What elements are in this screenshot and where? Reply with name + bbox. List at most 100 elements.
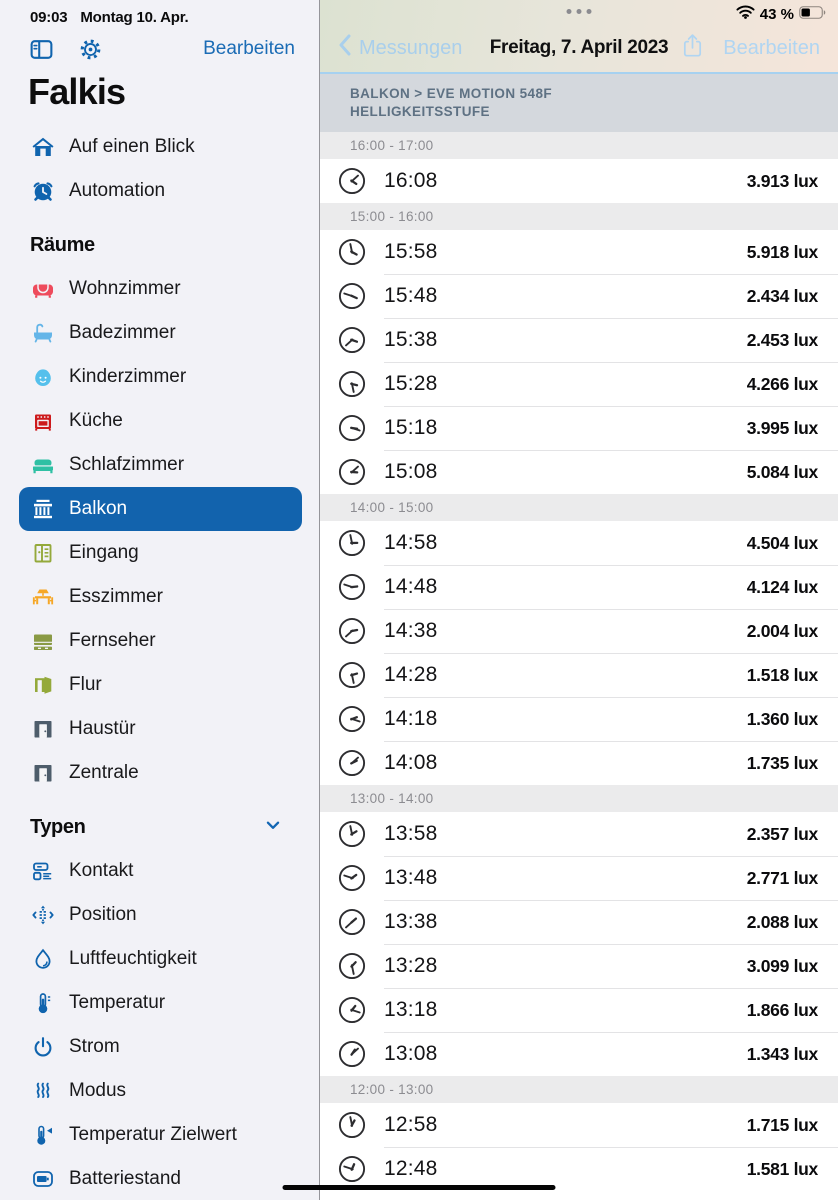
sidebar-item-kontakt[interactable]: Kontakt — [19, 849, 302, 893]
edit-button[interactable]: Bearbeiten — [723, 37, 820, 60]
measurement-row[interactable]: 12:581.715 lux — [320, 1103, 838, 1147]
sidebar-item-auf-einen-blick[interactable]: Auf einen Blick — [19, 125, 302, 169]
measurement-time: 12:58 — [384, 1113, 438, 1137]
sidebar-item-zentrale[interactable]: Zentrale — [19, 751, 302, 795]
clock-icon — [337, 166, 367, 196]
sidebar-item-label: Automation — [69, 180, 165, 202]
sofa-icon — [30, 276, 56, 302]
measurement-row[interactable]: 15:183.995 lux — [320, 406, 838, 450]
measurement-value: 1.735 lux — [747, 753, 818, 774]
measurement-time: 15:58 — [384, 240, 438, 264]
measurement-row[interactable]: 14:484.124 lux — [320, 565, 838, 609]
door-icon — [30, 760, 56, 786]
sidebar-item-label: Strom — [69, 1036, 120, 1058]
child-icon — [30, 364, 56, 390]
status-date: Montag 10. Apr. — [80, 9, 188, 26]
clock-icon — [337, 748, 367, 778]
bathtub-icon — [30, 320, 56, 346]
clock-icon — [337, 281, 367, 311]
measurement-time: 13:18 — [384, 998, 438, 1022]
sidebar-item-k-che[interactable]: Küche — [19, 399, 302, 443]
measurement-row[interactable]: 15:482.434 lux — [320, 274, 838, 318]
sidebar-item-eingang[interactable]: Eingang — [19, 531, 302, 575]
breadcrumb-path: BALKON > EVE MOTION 548F — [350, 85, 822, 103]
measurement-row[interactable]: 15:382.453 lux — [320, 318, 838, 362]
clock-icon — [337, 528, 367, 558]
sidebar-edit-button[interactable]: Bearbeiten — [203, 38, 295, 60]
measurement-time: 14:08 — [384, 751, 438, 775]
door-icon — [30, 716, 56, 742]
sidebar-item-automation[interactable]: Automation — [19, 169, 302, 213]
battery-icon — [30, 1166, 56, 1192]
status-bar-right: 43 % — [736, 5, 826, 23]
measurement-row[interactable]: 13:283.099 lux — [320, 944, 838, 988]
status-time: 09:03 — [30, 9, 67, 26]
measurement-row[interactable]: 14:281.518 lux — [320, 653, 838, 697]
sidebar-item-label: Esszimmer — [69, 586, 163, 608]
sidebar-item-flur[interactable]: Flur — [19, 663, 302, 707]
home-indicator[interactable] — [283, 1185, 556, 1190]
measurement-row[interactable]: 13:382.088 lux — [320, 900, 838, 944]
measurement-row[interactable]: 15:284.266 lux — [320, 362, 838, 406]
measurement-value: 3.995 lux — [747, 418, 818, 439]
sidebar-item-label: Haustür — [69, 718, 136, 740]
measurement-time: 15:28 — [384, 372, 438, 396]
chevron-down-icon[interactable] — [261, 813, 285, 842]
share-icon[interactable] — [680, 32, 705, 64]
sidebar-toggle-icon[interactable] — [28, 36, 55, 63]
measurement-time: 14:28 — [384, 663, 438, 687]
bed-icon — [30, 452, 56, 478]
measurement-row[interactable]: 15:585.918 lux — [320, 230, 838, 274]
clock-icon — [337, 951, 367, 981]
sidebar-item-badezimmer[interactable]: Badezimmer — [19, 311, 302, 355]
clock-icon — [337, 572, 367, 602]
measurement-row[interactable]: 13:582.357 lux — [320, 812, 838, 856]
nav-header: 43 % Messungen Freitag, 7. April 2023 — [320, 0, 838, 74]
balcony-icon — [30, 496, 56, 522]
measurement-list: 16:00 - 17:0016:083.913 lux15:00 - 16:00… — [320, 132, 838, 1200]
measurement-row[interactable]: 16:083.913 lux — [320, 159, 838, 203]
clock-icon — [337, 863, 367, 893]
measurement-row[interactable]: 13:482.771 lux — [320, 856, 838, 900]
multitasking-dots-icon[interactable] — [567, 9, 592, 14]
sidebar-item-esszimmer[interactable]: Esszimmer — [19, 575, 302, 619]
measurement-row[interactable]: 13:181.866 lux — [320, 988, 838, 1032]
measurement-value: 1.360 lux — [747, 709, 818, 730]
measurement-row[interactable]: 14:584.504 lux — [320, 521, 838, 565]
sidebar-item-modus[interactable]: Modus — [19, 1069, 302, 1113]
measurement-row[interactable]: 14:382.004 lux — [320, 609, 838, 653]
thermometer-icon — [30, 990, 56, 1016]
settings-gear-icon[interactable] — [77, 36, 104, 63]
measurement-row[interactable]: 15:085.084 lux — [320, 450, 838, 494]
sidebar-item-fernseher[interactable]: Fernseher — [19, 619, 302, 663]
measurement-time: 14:38 — [384, 619, 438, 643]
sidebar-item-batteriestand[interactable]: Batteriestand — [19, 1157, 302, 1200]
door-open-icon — [30, 672, 56, 698]
sidebar-toolbar: Bearbeiten — [28, 33, 295, 65]
sidebar-item-haust-r[interactable]: Haustür — [19, 707, 302, 751]
sidebar-item-label: Temperatur Zielwert — [69, 1124, 237, 1146]
sidebar-item-temperatur-zielwert[interactable]: Temperatur Zielwert — [19, 1113, 302, 1157]
sidebar-item-label: Auf einen Blick — [69, 136, 195, 158]
measurement-row[interactable]: 14:08 1.735 lux — [320, 741, 838, 785]
stove-icon — [30, 408, 56, 434]
measurement-row[interactable]: 14:18 1.360 lux — [320, 697, 838, 741]
sidebar-item-label: Kontakt — [69, 860, 133, 882]
sidebar-item-luftfeuchtigkeit[interactable]: Luftfeuchtigkeit — [19, 937, 302, 981]
sidebar-item-balkon[interactable]: Balkon — [19, 487, 302, 531]
sidebar-item-kinderzimmer[interactable]: Kinderzimmer — [19, 355, 302, 399]
sidebar-item-label: Temperatur — [69, 992, 165, 1014]
sidebar-item-position[interactable]: Position — [19, 893, 302, 937]
sidebar-item-temperatur[interactable]: Temperatur — [19, 981, 302, 1025]
sidebar-item-strom[interactable]: Strom — [19, 1025, 302, 1069]
measurement-time: 14:18 — [384, 707, 438, 731]
sidebar-item-wohnzimmer[interactable]: Wohnzimmer — [19, 267, 302, 311]
back-button[interactable]: Messungen — [338, 34, 462, 62]
house-icon — [30, 134, 56, 160]
measurement-value: 2.771 lux — [747, 868, 818, 889]
measurement-value: 1.343 lux — [747, 1044, 818, 1065]
shelf-icon — [30, 540, 56, 566]
sidebar-item-label: Badezimmer — [69, 322, 176, 344]
measurement-row[interactable]: 13:081.343 lux — [320, 1032, 838, 1076]
sidebar-item-schlafzimmer[interactable]: Schlafzimmer — [19, 443, 302, 487]
